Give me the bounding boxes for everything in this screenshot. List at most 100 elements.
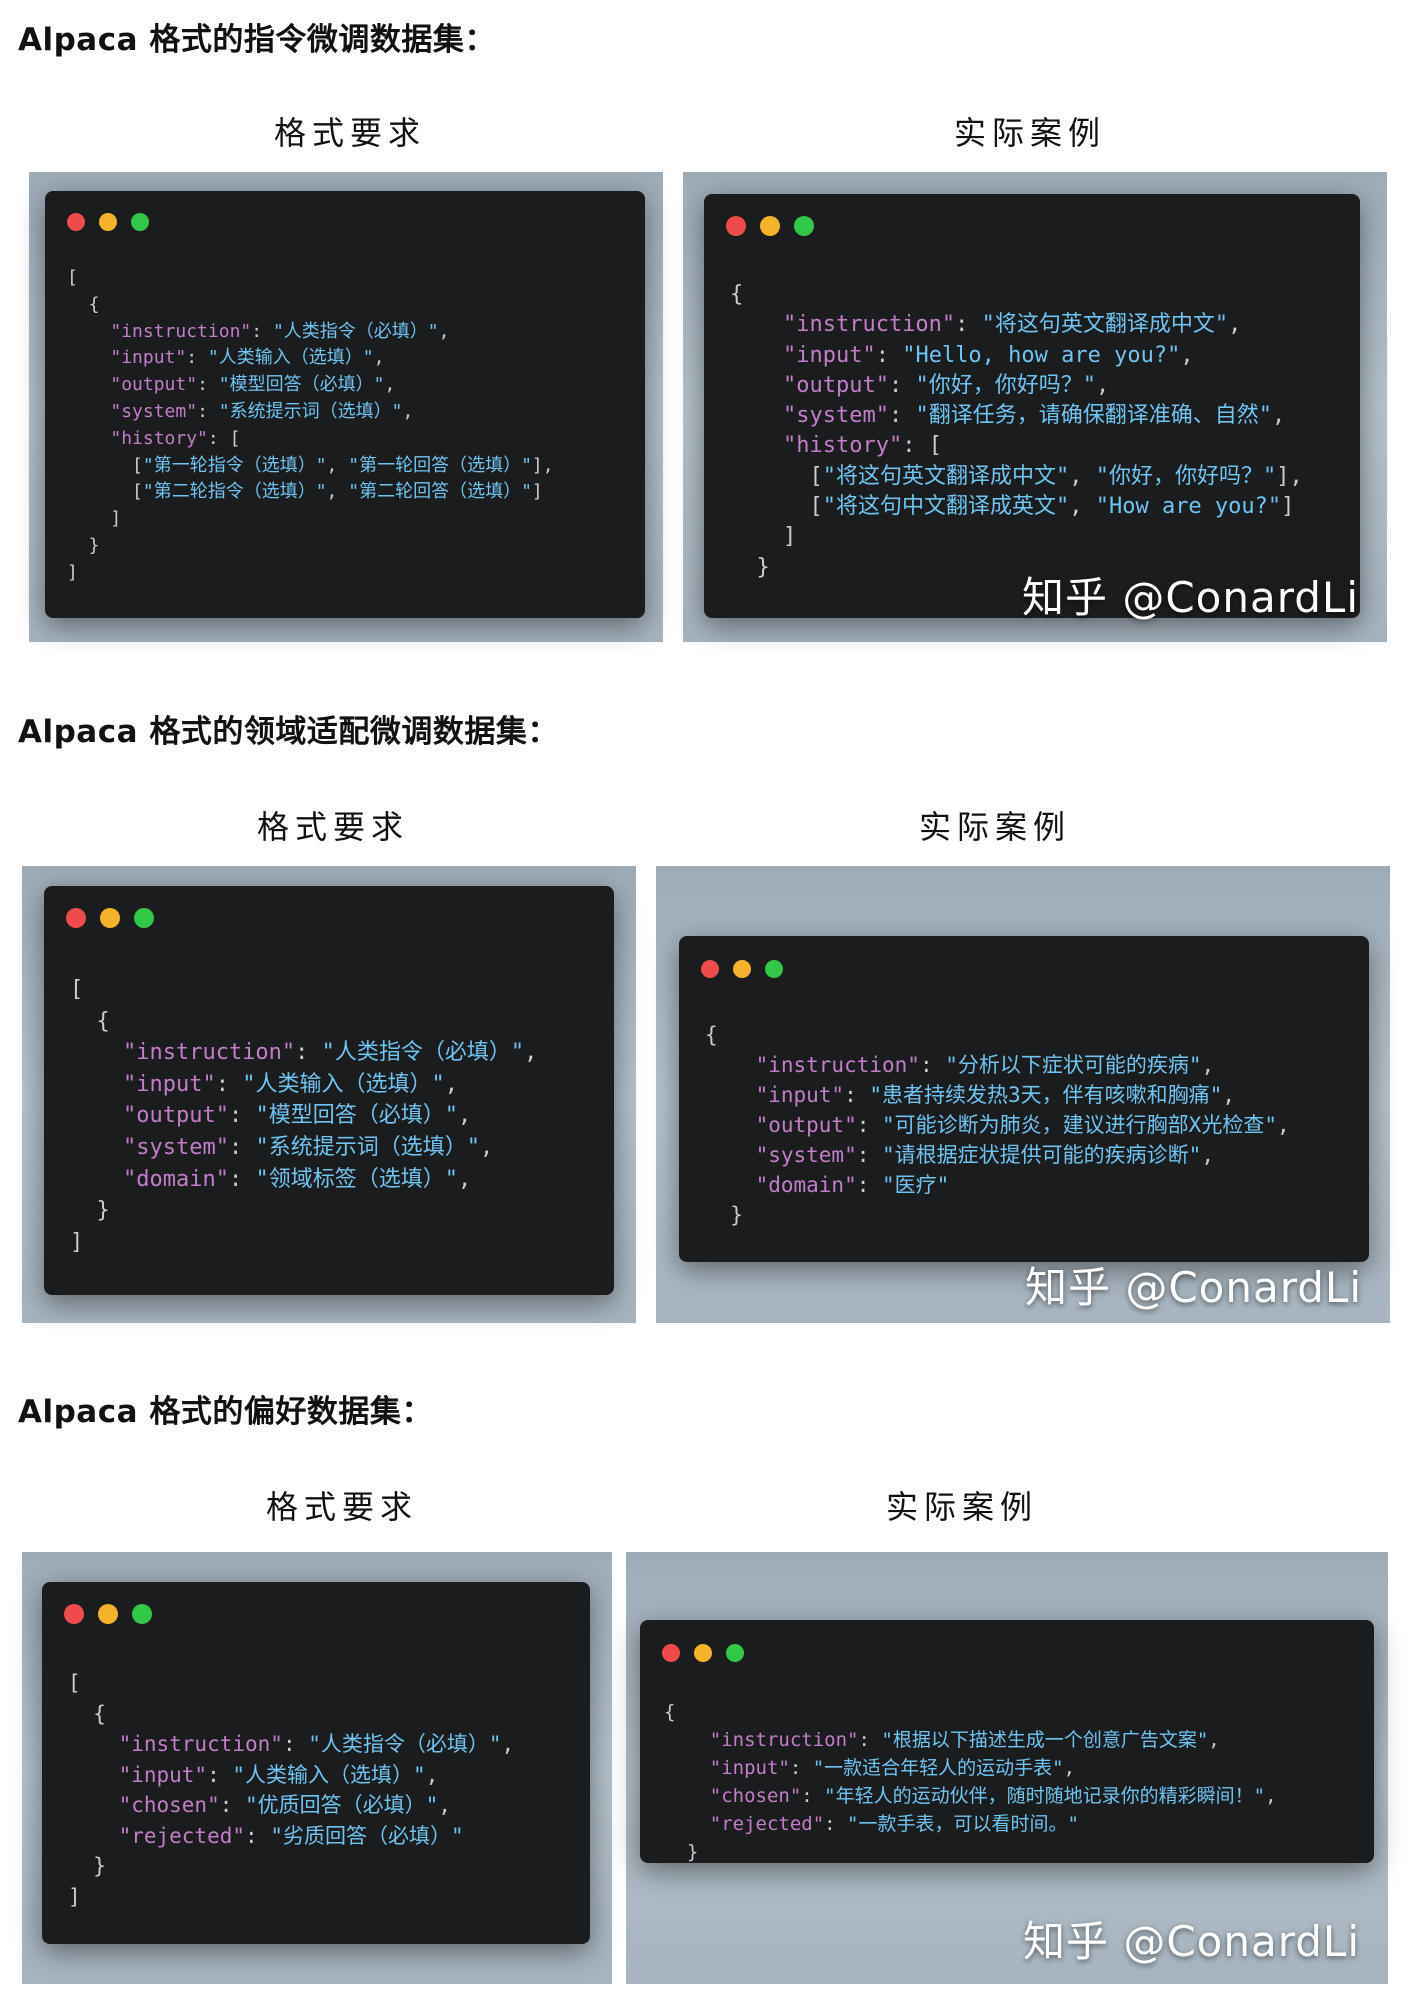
code-window: [ { "instruction": "人类指令（必填）", "input": … <box>45 191 645 618</box>
left-heading: 格式要求 <box>273 114 426 152</box>
section-title: Alpaca 格式的指令微调数据集： <box>18 22 496 58</box>
minimize-dot-icon <box>760 216 780 236</box>
code-line: "rejected": "劣质回答（必填）" <box>118 1823 464 1848</box>
code-line: } <box>68 1854 106 1878</box>
right-heading: 实际案例 <box>918 808 1071 846</box>
code-line: "history": [ <box>110 427 241 449</box>
code-line: "instruction": "将这句英文翻译成中文", <box>782 312 1242 338</box>
code-image-frame: { "instruction": "根据以下描述生成一个创意广告文案", "in… <box>626 1552 1388 1984</box>
code-line: "input": "一款适合年轻人的运动手表", <box>709 1757 1076 1779</box>
code-line: "input": "患者持续发热3天，伴有咳嗽和胸痛", <box>755 1083 1235 1107</box>
maximize-dot-icon <box>134 908 154 928</box>
code-window: [ { "instruction": "人类指令（必填）", "input": … <box>42 1582 590 1944</box>
minimize-dot-icon <box>99 213 117 231</box>
code-line: "chosen": "优质回答（必填）", <box>118 1793 451 1817</box>
maximize-dot-icon <box>726 1644 744 1662</box>
code-line: "output": "你好，你好吗？", <box>782 372 1110 398</box>
code-line: { <box>730 282 744 307</box>
close-dot-icon <box>662 1644 680 1662</box>
window-controls <box>701 960 783 978</box>
code-line: ["将这句英文翻译成中文", "你好，你好吗？"], <box>730 463 1303 489</box>
code-line: "system": "系统提示词（选填）", <box>110 400 414 422</box>
section-title: Alpaca 格式的偏好数据集： <box>18 1394 433 1430</box>
code-line: "input": "Hello, how are you?", <box>782 342 1194 368</box>
window-controls <box>67 213 149 231</box>
close-dot-icon <box>67 213 85 231</box>
watermark: 知乎 @ConardLi <box>1023 1917 1360 1966</box>
watermark: 知乎 @ConardLi <box>1022 573 1359 622</box>
code-window: { "instruction": "将这句英文翻译成中文", "input": … <box>704 194 1360 618</box>
code-line: { <box>664 1701 676 1723</box>
maximize-dot-icon <box>131 213 149 231</box>
code-block: [ { "instruction": "人类指令（必填）", "input": … <box>70 974 537 1258</box>
code-line: "output": "模型回答（必填）", <box>122 1103 472 1129</box>
code-line: "system": "翻译任务，请确保翻译准确、自然", <box>782 403 1286 429</box>
code-line: "system": "请根据症状提供可能的疾病诊断", <box>755 1143 1214 1167</box>
code-line: ] <box>68 1884 81 1909</box>
window-controls <box>66 908 154 928</box>
code-line: "chosen": "年轻人的运动伙伴，随时随地记录你的精彩瞬间！", <box>709 1785 1277 1807</box>
code-block: [ { "instruction": "人类指令（必填）", "input": … <box>67 265 554 587</box>
code-line: ] <box>67 561 78 583</box>
code-line: [ <box>67 267 78 288</box>
code-line: "instruction": "人类指令（必填）", <box>118 1732 515 1756</box>
code-line: [ <box>68 1671 81 1695</box>
code-line: "domain": "领域标签（选填）", <box>122 1166 472 1192</box>
code-line: "history": [ <box>782 433 942 459</box>
code-block: [ { "instruction": "人类指令（必填）", "input": … <box>68 1668 514 1912</box>
code-image-frame: [ { "instruction": "人类指令（必填）", "input": … <box>22 866 636 1323</box>
code-block: { "instruction": "分析以下症状可能的疾病", "input":… <box>705 1020 1290 1230</box>
right-heading: 实际案例 <box>885 1488 1038 1526</box>
code-line: "rejected": "一款手表，可以看时间。" <box>709 1813 1079 1835</box>
code-line: "instruction": "人类指令（必填）", <box>110 320 450 342</box>
close-dot-icon <box>64 1604 84 1624</box>
code-line: ] <box>730 524 797 550</box>
watermark: 知乎 @ConardLi <box>1025 1263 1362 1312</box>
code-window: { "instruction": "根据以下描述生成一个创意广告文案", "in… <box>640 1620 1374 1863</box>
code-line: "output": "可能诊断为肺炎，建议进行胸部X光检查", <box>755 1113 1290 1137</box>
code-line: ["第二轮指令（选填）", "第二轮回答（选填）"] <box>67 481 543 503</box>
code-line: { <box>705 1023 718 1047</box>
minimize-dot-icon <box>694 1644 712 1662</box>
code-line: ] <box>67 508 122 530</box>
close-dot-icon <box>66 908 86 928</box>
close-dot-icon <box>701 960 719 978</box>
code-line: "instruction": "人类指令（必填）", <box>122 1040 538 1066</box>
left-heading: 格式要求 <box>265 1488 418 1526</box>
code-line: } <box>70 1198 110 1224</box>
maximize-dot-icon <box>765 960 783 978</box>
code-line: } <box>664 1841 699 1863</box>
code-line: "domain": "医疗" <box>755 1173 950 1197</box>
window-controls <box>662 1644 744 1662</box>
right-heading: 实际案例 <box>953 114 1106 152</box>
code-line: ["第一轮指令（选填）", "第一轮回答（选填）"], <box>67 454 554 476</box>
code-line: } <box>67 534 100 556</box>
code-line: { <box>70 1008 110 1034</box>
code-line: { <box>67 293 100 315</box>
window-controls <box>726 216 814 236</box>
code-window: [ { "instruction": "人类指令（必填）", "input": … <box>44 886 614 1295</box>
maximize-dot-icon <box>794 216 814 236</box>
code-line: "output": "模型回答（必填）", <box>110 374 396 396</box>
code-line: "instruction": "根据以下描述生成一个创意广告文案", <box>709 1729 1220 1751</box>
code-line: "input": "人类输入（选填）", <box>122 1071 458 1097</box>
code-line: { <box>68 1701 106 1726</box>
code-line: ] <box>70 1229 84 1255</box>
code-line: } <box>705 1203 743 1227</box>
minimize-dot-icon <box>98 1604 118 1624</box>
code-line: "system": "系统提示词（选填）", <box>122 1134 494 1160</box>
maximize-dot-icon <box>132 1604 152 1624</box>
code-line: ["将这句中文翻译成英文", "How are you?"] <box>730 494 1295 520</box>
code-line: "instruction": "分析以下症状可能的疾病", <box>755 1053 1215 1077</box>
minimize-dot-icon <box>733 960 751 978</box>
code-line: [ <box>70 977 84 1002</box>
code-image-frame: [ { "instruction": "人类指令（必填）", "input": … <box>22 1552 612 1984</box>
code-block: { "instruction": "将这句英文翻译成中文", "input": … <box>730 280 1303 583</box>
code-image-frame: { "instruction": "分析以下症状可能的疾病", "input":… <box>656 866 1390 1323</box>
code-image-frame: [ { "instruction": "人类指令（必填）", "input": … <box>29 172 663 642</box>
window-controls <box>64 1604 152 1624</box>
code-image-frame: { "instruction": "将这句英文翻译成中文", "input": … <box>683 172 1387 642</box>
close-dot-icon <box>726 216 746 236</box>
code-block: { "instruction": "根据以下描述生成一个创意广告文案", "in… <box>664 1698 1277 1866</box>
left-heading: 格式要求 <box>256 808 409 846</box>
